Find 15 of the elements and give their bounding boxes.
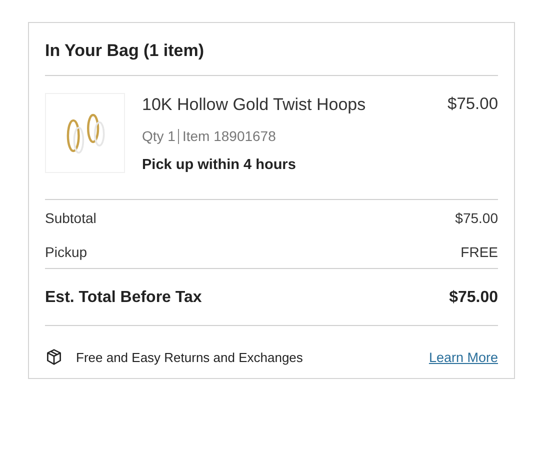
item-price: $75.00 — [448, 94, 498, 114]
item-number: Item 18901678 — [182, 128, 276, 144]
quantity-label: Qty 1 — [142, 128, 176, 144]
product-name[interactable]: 10K Hollow Gold Twist Hoops — [142, 93, 448, 115]
summary-value: FREE — [460, 244, 498, 260]
summary-label: Pickup — [45, 244, 88, 260]
total-value: $75.00 — [449, 289, 498, 307]
package-icon — [45, 348, 63, 366]
bag-title: In Your Bag (1 item) — [45, 40, 206, 62]
pickup-note: Pick up within 4 hours — [142, 157, 297, 173]
learn-more-link[interactable]: Learn More — [428, 350, 498, 364]
total-label: Est. Total Before Tax — [45, 289, 202, 307]
summary-label: Subtotal — [45, 210, 96, 226]
summary-value: $75.00 — [455, 210, 498, 226]
returns-text: Free and Easy Returns and Exchanges — [76, 350, 304, 364]
